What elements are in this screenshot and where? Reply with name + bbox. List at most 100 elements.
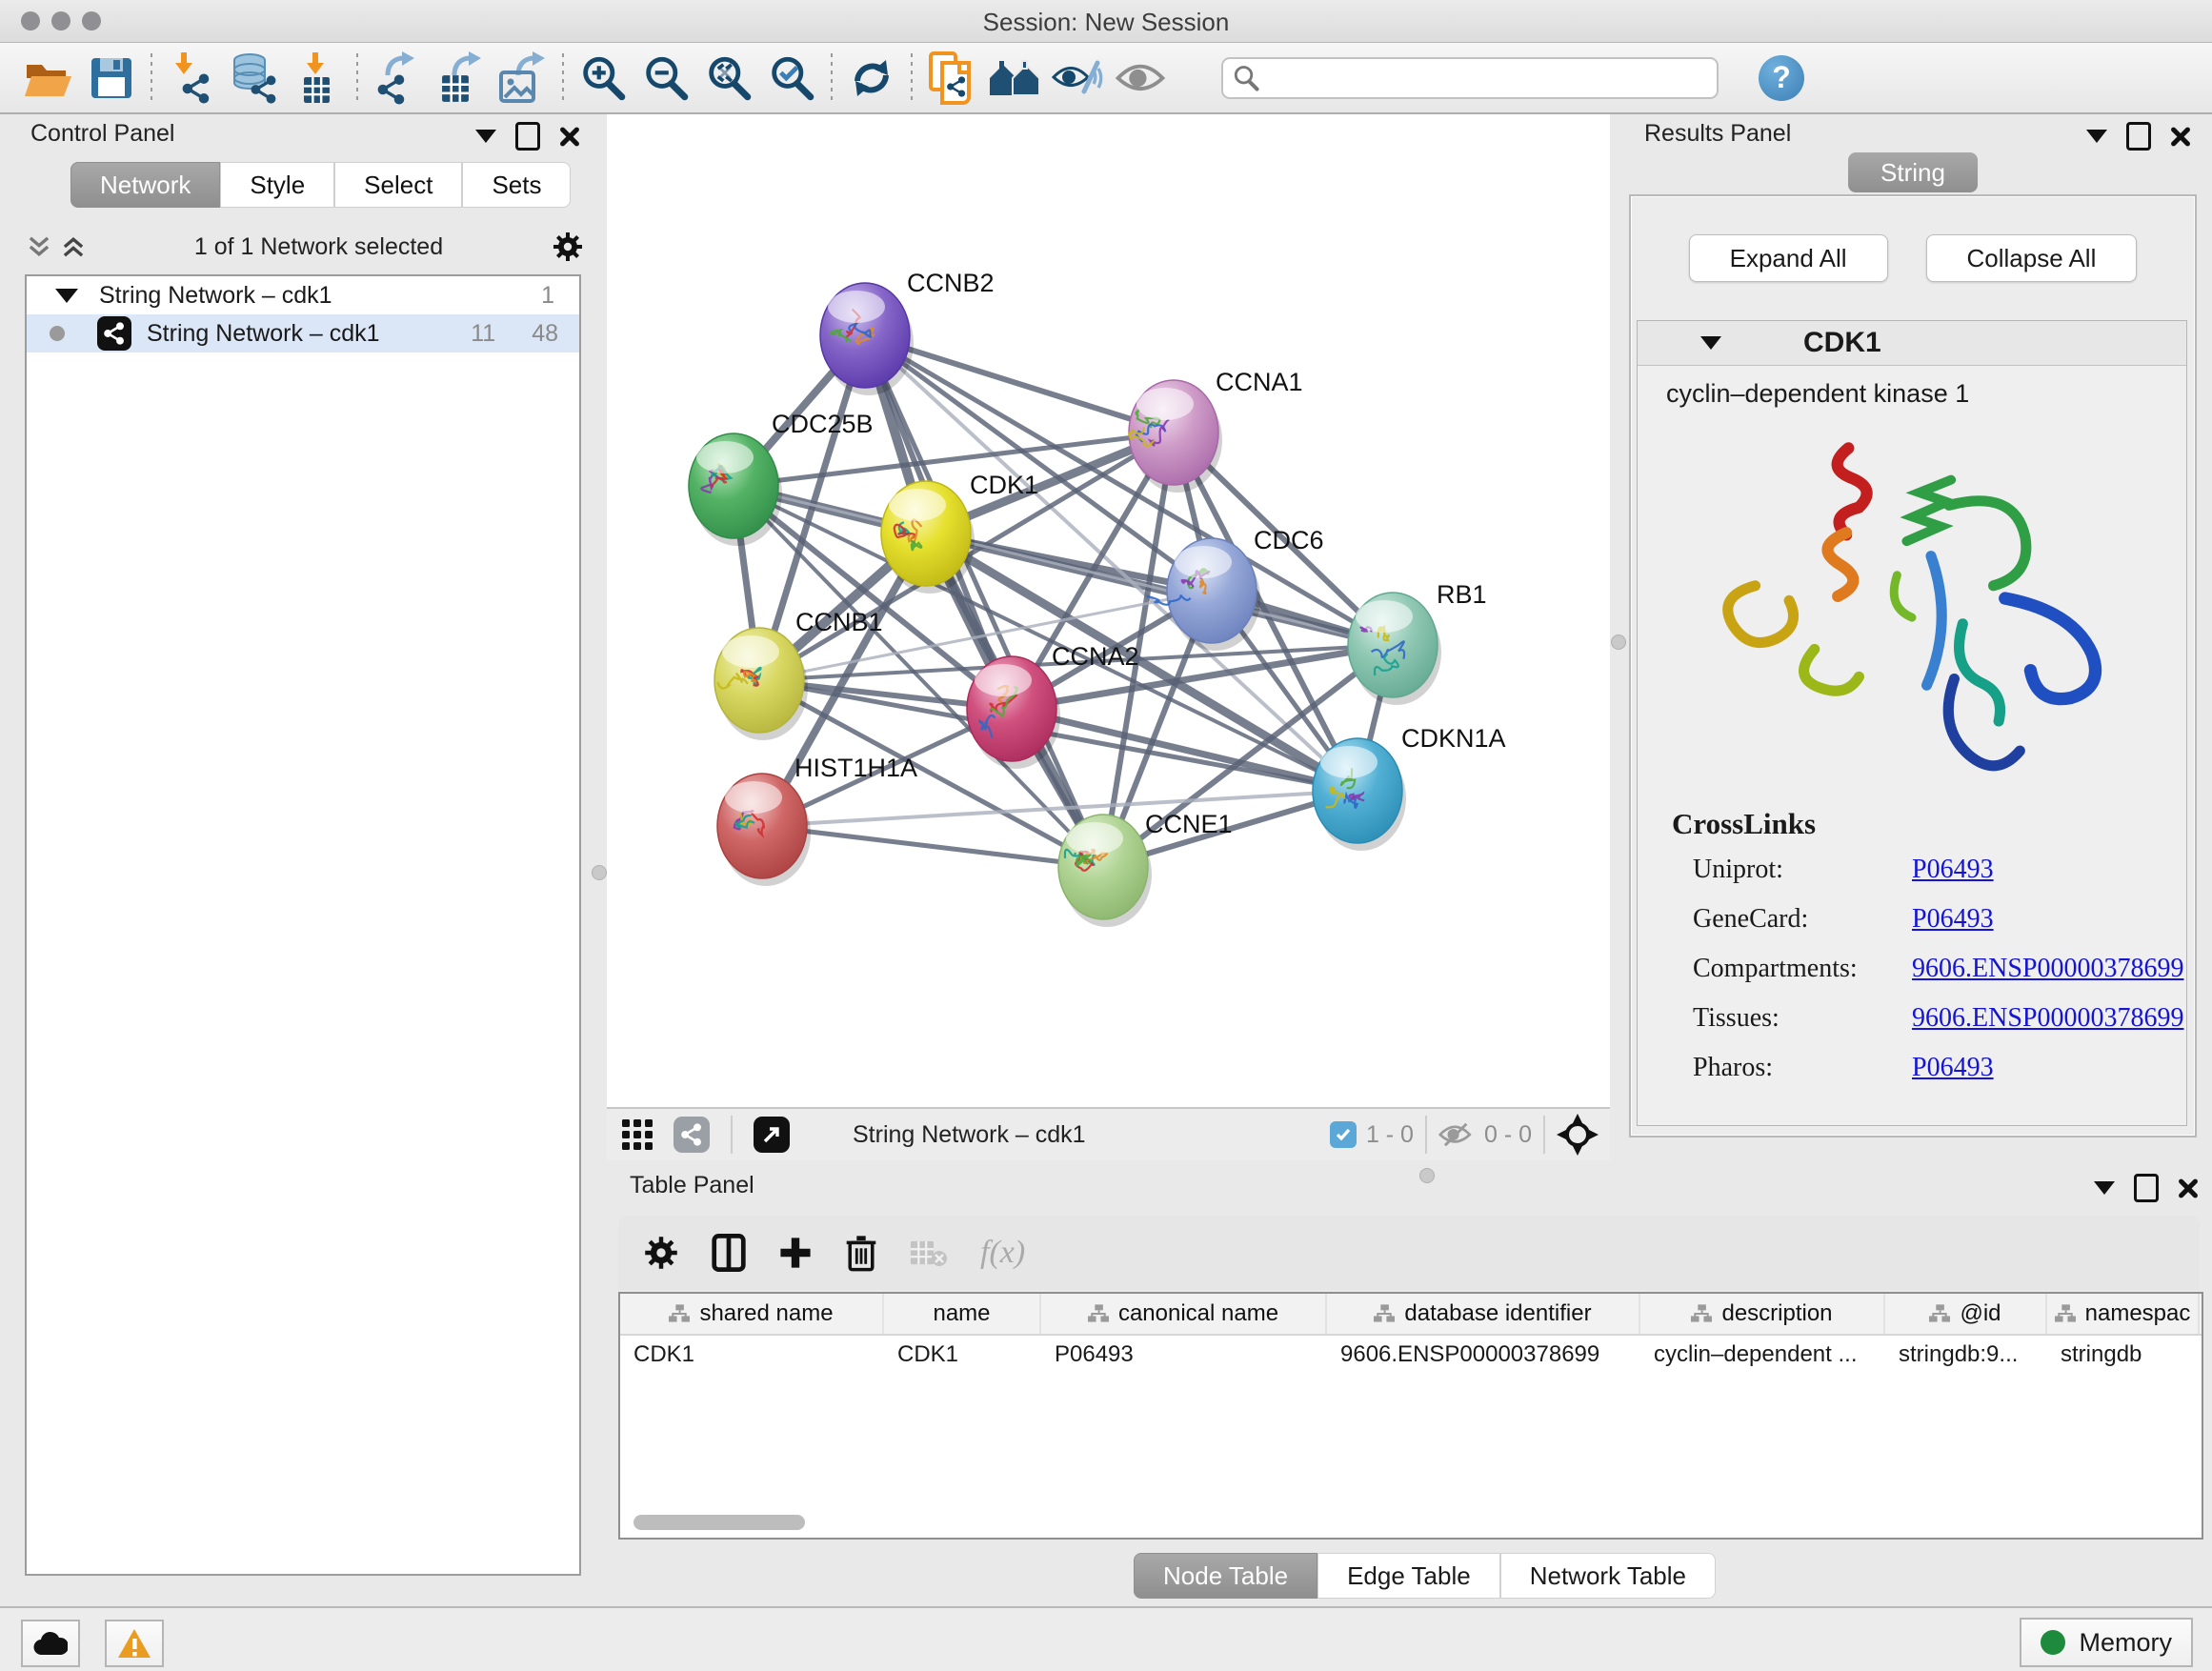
horizontal-scrollbar-thumb[interactable] <box>633 1515 805 1530</box>
export-network-button[interactable] <box>366 50 429 107</box>
hide-unhide-button[interactable] <box>1046 50 1109 107</box>
table-cell[interactable]: stringdb:9... <box>1885 1336 2047 1374</box>
toolbar-search <box>1221 57 1719 99</box>
delete-column-icon[interactable] <box>845 1234 877 1272</box>
import-table-file-button[interactable] <box>286 50 349 107</box>
column-header-canonical-name[interactable]: canonical name <box>1041 1294 1327 1334</box>
warnings-button[interactable] <box>105 1620 164 1667</box>
crosslink-tissues[interactable]: 9606.ENSP00000378699 <box>1912 1003 2183 1034</box>
crosslink-pharos[interactable]: P06493 <box>1912 1053 1994 1083</box>
crosslink-uniprot[interactable]: P06493 <box>1912 855 1994 885</box>
import-network-file-button[interactable] <box>160 50 223 107</box>
edge-HIST1H1A-CCNE1[interactable] <box>762 826 1103 867</box>
panel-close-icon[interactable] <box>2170 126 2191 147</box>
node-label-CCNB1: CCNB1 <box>795 608 883 636</box>
add-column-icon[interactable] <box>778 1236 813 1270</box>
toolbar-separator <box>831 53 833 103</box>
warning-icon <box>117 1628 151 1659</box>
table-cell[interactable]: cyclin–dependent ... <box>1640 1336 1885 1374</box>
panel-float-icon[interactable] <box>2134 1174 2159 1202</box>
node-CCNE1[interactable]: CCNE1 <box>1058 810 1233 927</box>
left-splitter-handle[interactable] <box>592 865 607 880</box>
tab-network-table[interactable]: Network Table <box>1500 1553 1716 1599</box>
right-splitter-handle[interactable] <box>1611 634 1626 650</box>
column-header-name[interactable]: name <box>884 1294 1041 1334</box>
tab-select[interactable]: Select <box>334 162 462 208</box>
control-panel-tabs: Network Style Select Sets <box>70 162 571 208</box>
crosslink-genecard[interactable]: P06493 <box>1912 904 1994 935</box>
selected-checkbox-icon[interactable] <box>1330 1121 1357 1148</box>
table-cell[interactable]: CDK1 <box>620 1336 884 1374</box>
table-cell[interactable]: stringdb <box>2047 1336 2200 1374</box>
node-RB1[interactable]: RB1 <box>1348 580 1487 705</box>
tab-edge-table[interactable]: Edge Table <box>1317 1553 1500 1599</box>
section-expander-icon[interactable] <box>1700 336 1721 350</box>
node-gloss <box>889 489 946 521</box>
memory-button[interactable]: Memory <box>2020 1618 2193 1667</box>
gear-icon[interactable] <box>552 231 584 263</box>
column-header-database-identifier[interactable]: database identifier <box>1327 1294 1640 1334</box>
column-header--id[interactable]: @id <box>1885 1294 2047 1334</box>
open-session-button[interactable] <box>17 50 80 107</box>
shared-column-icon <box>1691 1304 1712 1323</box>
zoom-selected-button[interactable] <box>760 50 823 107</box>
refresh-view-button[interactable] <box>840 50 903 107</box>
panel-menu-icon[interactable] <box>2094 1181 2115 1195</box>
show-columns-icon[interactable] <box>712 1234 746 1272</box>
collapse-all-button[interactable]: Collapse All <box>1926 234 2138 282</box>
table-settings-gear-icon[interactable] <box>643 1235 679 1271</box>
table-row[interactable]: CDK1CDK1P064939606.ENSP00000378699cyclin… <box>620 1336 2202 1374</box>
bottom-splitter-handle[interactable] <box>1419 1168 1435 1183</box>
search-icon <box>1233 65 1259 91</box>
import-network-database-button[interactable] <box>223 50 286 107</box>
network-thumbnail-icon[interactable] <box>674 1117 710 1153</box>
home-view-button[interactable] <box>983 50 1046 107</box>
help-button[interactable]: ? <box>1759 55 1804 101</box>
panel-menu-icon[interactable] <box>2086 130 2107 143</box>
tab-network[interactable]: Network <box>70 162 220 208</box>
table-cell[interactable]: CDK1 <box>884 1336 1041 1374</box>
network-row[interactable]: String Network – cdk1 11 48 <box>27 314 579 352</box>
gene-section-header[interactable]: CDK1 <box>1638 321 2186 366</box>
zoom-out-button[interactable] <box>634 50 697 107</box>
zoom-fit-button[interactable] <box>697 50 760 107</box>
column-header-namespac[interactable]: namespac <box>2047 1294 2200 1334</box>
network-collection-row[interactable]: String Network – cdk1 1 <box>27 276 579 314</box>
expand-all-button[interactable]: Expand All <box>1689 234 1888 282</box>
show-hidden-button[interactable] <box>1109 50 1172 107</box>
export-table-button[interactable] <box>429 50 492 107</box>
panel-close-icon[interactable] <box>559 126 580 147</box>
table-cell[interactable]: 9606.ENSP00000378699 <box>1327 1336 1640 1374</box>
edge-CCNB2-CCNE1[interactable] <box>865 335 1103 867</box>
network-canvas[interactable]: CCNB2CCNA1CDC25BCDK1CDC6RB1CCNB1CCNA2CDK… <box>607 114 1610 1107</box>
node-CDK1[interactable]: CDK1 <box>881 471 1038 594</box>
open-in-window-icon[interactable] <box>754 1117 790 1153</box>
tab-node-table[interactable]: Node Table <box>1134 1553 1317 1599</box>
expand-all-icon[interactable] <box>61 234 86 259</box>
column-header-shared-name[interactable]: shared name <box>620 1294 884 1334</box>
panel-float-icon[interactable] <box>515 122 540 151</box>
panel-float-icon[interactable] <box>2126 122 2151 151</box>
panel-menu-icon[interactable] <box>475 130 496 143</box>
zoom-in-button[interactable] <box>572 50 634 107</box>
tab-sets[interactable]: Sets <box>462 162 571 208</box>
crosslink-compartments[interactable]: 9606.ENSP00000378699 <box>1912 954 2183 984</box>
node-CDKN1A[interactable]: CDKN1A <box>1313 724 1506 851</box>
table-cell[interactable]: P06493 <box>1041 1336 1327 1374</box>
tree-expander-icon[interactable] <box>55 289 78 303</box>
grid-view-icon[interactable] <box>620 1117 654 1152</box>
column-header-description[interactable]: description <box>1640 1294 1885 1334</box>
save-session-button[interactable] <box>80 50 143 107</box>
tab-string[interactable]: String <box>1848 152 1978 192</box>
clone-network-button[interactable] <box>920 50 983 107</box>
search-input[interactable] <box>1221 57 1719 99</box>
node-count: 11 <box>471 320 495 348</box>
birds-eye-view-icon[interactable] <box>1557 1114 1599 1156</box>
export-image-button[interactable] <box>492 50 554 107</box>
cloud-status-button[interactable] <box>21 1620 80 1667</box>
shared-column-icon <box>1374 1304 1395 1323</box>
panel-close-icon[interactable] <box>2178 1178 2199 1198</box>
collapse-all-icon[interactable] <box>27 234 51 259</box>
statusbar-separator <box>1425 1116 1427 1154</box>
tab-style[interactable]: Style <box>220 162 334 208</box>
